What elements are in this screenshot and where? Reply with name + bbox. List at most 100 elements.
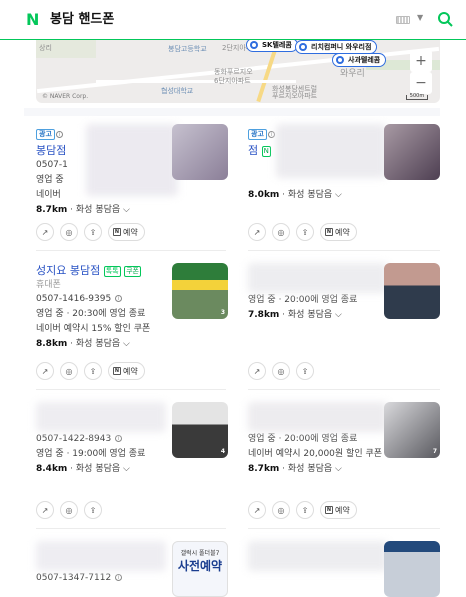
area[interactable]: 화성 봉담읍 — [288, 464, 332, 474]
info-icon[interactable]: i — [55, 131, 63, 138]
place-thumbnail[interactable]: 3 — [172, 263, 228, 319]
calendar-icon: N — [325, 506, 333, 514]
place-thumbnail[interactable]: 4 — [172, 402, 228, 458]
distance: 8.7km — [248, 464, 280, 474]
blurred-content — [248, 541, 388, 571]
action-row: ↗ ◎ ⇪ N 예약 — [36, 361, 145, 381]
blurred-content — [248, 263, 388, 293]
directions-icon[interactable]: ↗ — [248, 223, 266, 241]
blurred-content — [86, 124, 178, 196]
place-phone[interactable]: 0507-1347-7112 — [36, 573, 111, 583]
search-icon[interactable] — [437, 11, 453, 27]
map-label: 봉담고등학교 — [168, 45, 207, 53]
action-row: ↗ ◎ ⇪ — [36, 500, 102, 520]
area[interactable]: 화성 봉담읍 — [76, 339, 120, 349]
place-phone[interactable]: 0507-1422-8943 — [36, 434, 111, 444]
share-icon[interactable]: ⇪ — [296, 362, 314, 380]
naver-pay-icon: N — [261, 145, 271, 157]
open-status: 영업 중 — [36, 449, 64, 459]
area[interactable]: 화성 봉담읍 — [288, 310, 332, 320]
distance: 8.4km — [36, 464, 68, 474]
location-icon[interactable]: ◎ — [272, 223, 290, 241]
blurred-content — [36, 402, 166, 432]
place-thumbnail[interactable] — [172, 124, 228, 180]
hours: 20:30에 영업 종료 — [72, 309, 146, 319]
location-icon[interactable]: ◎ — [272, 501, 290, 519]
divider — [248, 250, 440, 251]
reserve-button[interactable]: N 예약 — [108, 362, 145, 380]
calendar-icon: N — [325, 228, 333, 236]
map-label: 와우리 — [340, 69, 365, 79]
place-thumbnail[interactable] — [384, 124, 440, 180]
map-view[interactable]: 상리 봉담고등학교 2단지아파트 협성대학교 동화푸르지오 6단지아파트 와우리… — [36, 40, 440, 103]
chevron-down-icon[interactable]: ▼ — [417, 13, 423, 22]
place-phone[interactable]: 0507-1416-9395 — [36, 294, 111, 304]
directions-icon[interactable]: ↗ — [36, 223, 54, 241]
hours: 20:00에 영업 종료 — [284, 434, 358, 444]
location-icon[interactable]: ◎ — [60, 223, 78, 241]
place-thumbnail[interactable] — [384, 541, 440, 597]
divider — [36, 250, 226, 251]
talk-badge: 톡톡 — [103, 265, 121, 277]
info-icon[interactable]: i — [115, 574, 123, 581]
share-icon[interactable]: ⇪ — [84, 501, 102, 519]
reserve-button[interactable]: N 예약 — [320, 501, 357, 519]
ad-badge: 광고 — [36, 129, 55, 140]
blurred-content — [276, 124, 386, 178]
share-icon[interactable]: ⇪ — [84, 362, 102, 380]
promo-thumbnail[interactable]: 갤럭시 폴더블7 사전예약 — [172, 541, 228, 597]
directions-icon[interactable]: ↗ — [36, 362, 54, 380]
open-status: 영업 중 — [248, 295, 276, 305]
distance: 8.7km — [36, 205, 68, 215]
info-icon[interactable]: i — [115, 295, 123, 302]
reserve-button[interactable]: N 예약 — [108, 223, 145, 241]
map-pin[interactable]: 사과텔레콤 — [332, 53, 387, 67]
zoom-out-button[interactable]: − — [410, 72, 432, 94]
location-icon[interactable]: ◎ — [272, 362, 290, 380]
map-attribution: © NAVER Corp. — [42, 93, 89, 100]
map-pin[interactable]: 리치컴퍼니 와우리점 — [295, 40, 378, 54]
action-row: ↗ ◎ ⇪ — [248, 361, 314, 381]
open-status: 영업 중 — [36, 309, 64, 319]
share-icon[interactable]: ⇪ — [296, 501, 314, 519]
blurred-content — [36, 541, 166, 571]
place-thumbnail[interactable]: 7 — [384, 402, 440, 458]
directions-icon[interactable]: ↗ — [248, 362, 266, 380]
ad-badge: 광고 — [248, 129, 267, 140]
keyboard-icon[interactable] — [396, 16, 410, 24]
distance: 8.0km — [248, 190, 280, 200]
header-bar: N 봉담 핸드폰 ▼ — [0, 0, 466, 40]
place-thumbnail[interactable] — [384, 263, 440, 319]
action-row: ↗ ◎ ⇪ N 예약 — [248, 222, 357, 242]
coupon-badge: 쿠폰 — [124, 265, 141, 277]
map-label: 6단지아파트 — [214, 77, 251, 85]
hours: 20:00에 영업 종료 — [284, 295, 358, 305]
naver-logo[interactable]: N — [26, 11, 40, 28]
map-scale: 500m — [406, 94, 428, 100]
map-label: 협성대학교 — [161, 87, 194, 95]
map-pin[interactable]: SK텔레콤 — [246, 40, 298, 52]
area[interactable]: 화성 봉담읍 — [76, 464, 120, 474]
area[interactable]: 화성 봉담읍 — [288, 190, 332, 200]
info-icon[interactable]: i — [115, 435, 123, 442]
info-icon[interactable]: i — [267, 131, 275, 138]
share-icon[interactable]: ⇪ — [296, 223, 314, 241]
share-icon[interactable]: ⇪ — [84, 223, 102, 241]
divider — [36, 389, 226, 390]
calendar-icon: N — [113, 228, 121, 236]
directions-icon[interactable]: ↗ — [248, 501, 266, 519]
distance: 8.8km — [36, 339, 68, 349]
map-label: 상리 — [39, 44, 52, 52]
location-icon[interactable]: ◎ — [60, 362, 78, 380]
reserve-button[interactable]: N 예약 — [320, 223, 357, 241]
action-row: ↗ ◎ ⇪ N 예약 — [248, 500, 357, 520]
area[interactable]: 화성 봉담읍 — [76, 205, 120, 215]
location-icon[interactable]: ◎ — [60, 501, 78, 519]
directions-icon[interactable]: ↗ — [36, 501, 54, 519]
distance: 7.8km — [248, 310, 280, 320]
search-query-title[interactable]: 봉담 핸드폰 — [50, 11, 114, 28]
zoom-in-button[interactable]: + — [410, 50, 432, 72]
section-gap — [24, 108, 440, 116]
calendar-icon: N — [113, 367, 121, 375]
divider — [248, 389, 440, 390]
